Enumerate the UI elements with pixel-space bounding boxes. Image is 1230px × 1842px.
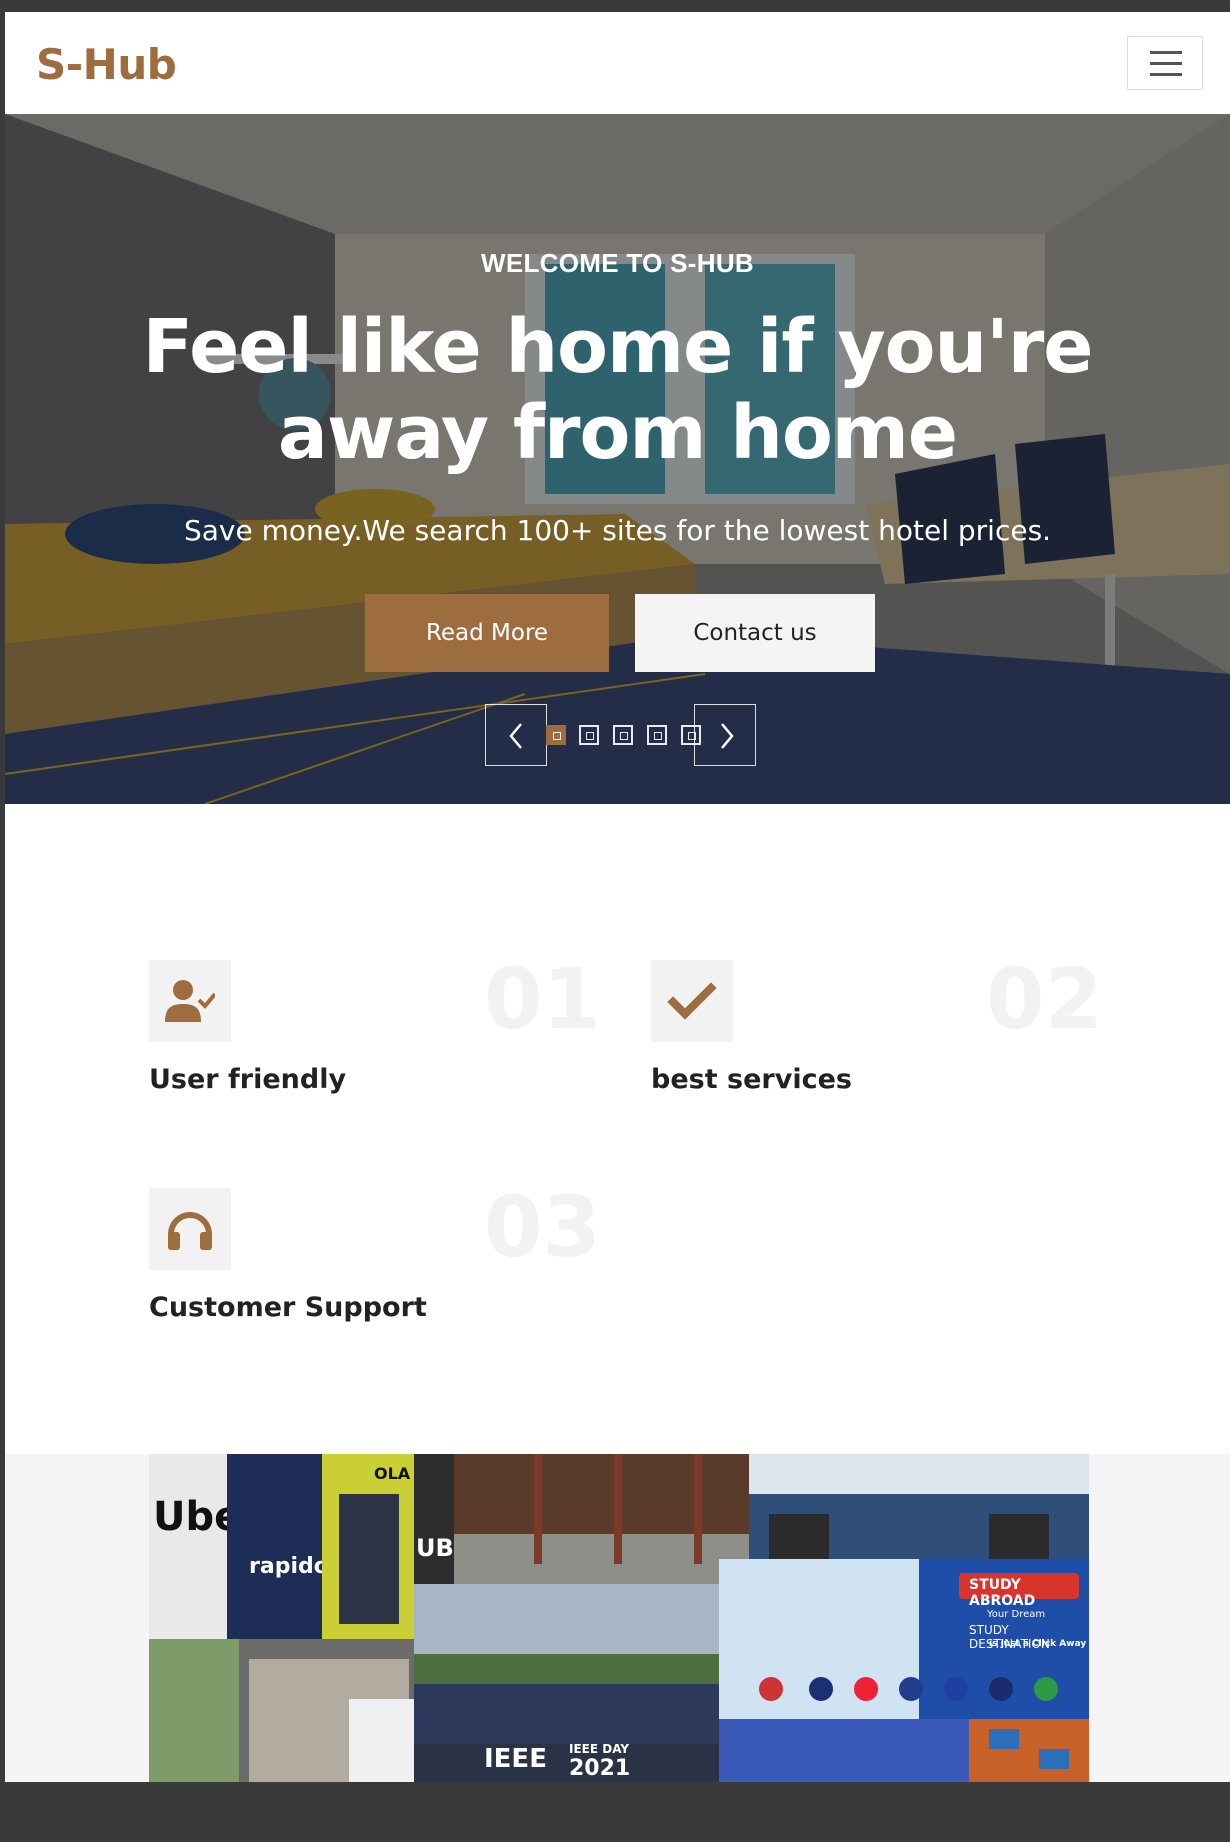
feature-number: 02 [986,950,1103,1048]
gallery-tile-conference[interactable] [749,1454,1089,1559]
features-section: 01 User friendly 02 best services 03 Cus [5,804,1230,1454]
hero-tagline: Save money.We search 100+ sites for the … [183,514,1052,547]
brand-logo[interactable]: S-Hub [36,40,177,89]
carousel-next-button[interactable] [694,704,756,766]
feature-user-friendly: 01 User friendly [149,950,629,1120]
gallery-tile-cafe[interactable]: UB [414,1454,749,1584]
carousel-indicator-3[interactable] [613,725,633,745]
check-icon [667,982,717,1020]
feature-number: 01 [484,950,601,1048]
gallery-collage: Uber rapido OLA UB IEEE IEEE DAY 2021 ST… [149,1454,1089,1782]
gallery-tile-campus-event[interactable]: IEEE IEEE DAY 2021 [414,1584,719,1782]
read-more-button[interactable]: Read More [365,594,609,672]
contact-us-button[interactable]: Contact us [635,594,875,672]
hero-headline: Feel like home if you're away from home [142,304,1094,476]
feature-best-services: 02 best services [651,950,1131,1120]
page: S-Hub WELCOME TO S-HUB Feel like home if… [5,12,1230,1782]
headphones-icon [168,1212,212,1250]
hero-content: WELCOME TO S-HUB Feel like home if you'r… [5,114,1230,804]
gallery-section: Uber rapido OLA UB IEEE IEEE DAY 2021 ST… [5,1454,1230,1782]
gallery-tile-pattern[interactable] [969,1719,1089,1782]
feature-title: User friendly [149,1064,347,1095]
hero-carousel: WELCOME TO S-HUB Feel like home if you'r… [5,114,1230,804]
carousel-indicator-4[interactable] [647,725,667,745]
hamburger-icon [1150,51,1182,54]
hero-kicker: WELCOME TO S-HUB [481,248,754,278]
gallery-tile-street[interactable] [149,1639,414,1782]
feature-title: best services [651,1064,852,1095]
gallery-tile-rideshare[interactable]: Uber rapido OLA [149,1454,414,1639]
user-check-icon [165,980,215,1022]
carousel-prev-button[interactable] [485,704,547,766]
gallery-tile-sky[interactable] [719,1719,969,1782]
feature-number: 03 [484,1178,601,1276]
chevron-right-icon [721,723,734,749]
navbar: S-Hub [5,12,1230,114]
carousel-indicator-1[interactable] [546,725,566,745]
gallery-tile-study-abroad[interactable]: STUDY ABROAD Your Dream STUDY DESTINATIO… [719,1559,1089,1719]
feature-title: Customer Support [149,1292,427,1323]
feature-customer-support: 03 Customer Support [149,1178,629,1348]
chevron-left-icon [509,723,522,749]
carousel-indicator-2[interactable] [579,725,599,745]
menu-toggle-button[interactable] [1127,36,1203,90]
